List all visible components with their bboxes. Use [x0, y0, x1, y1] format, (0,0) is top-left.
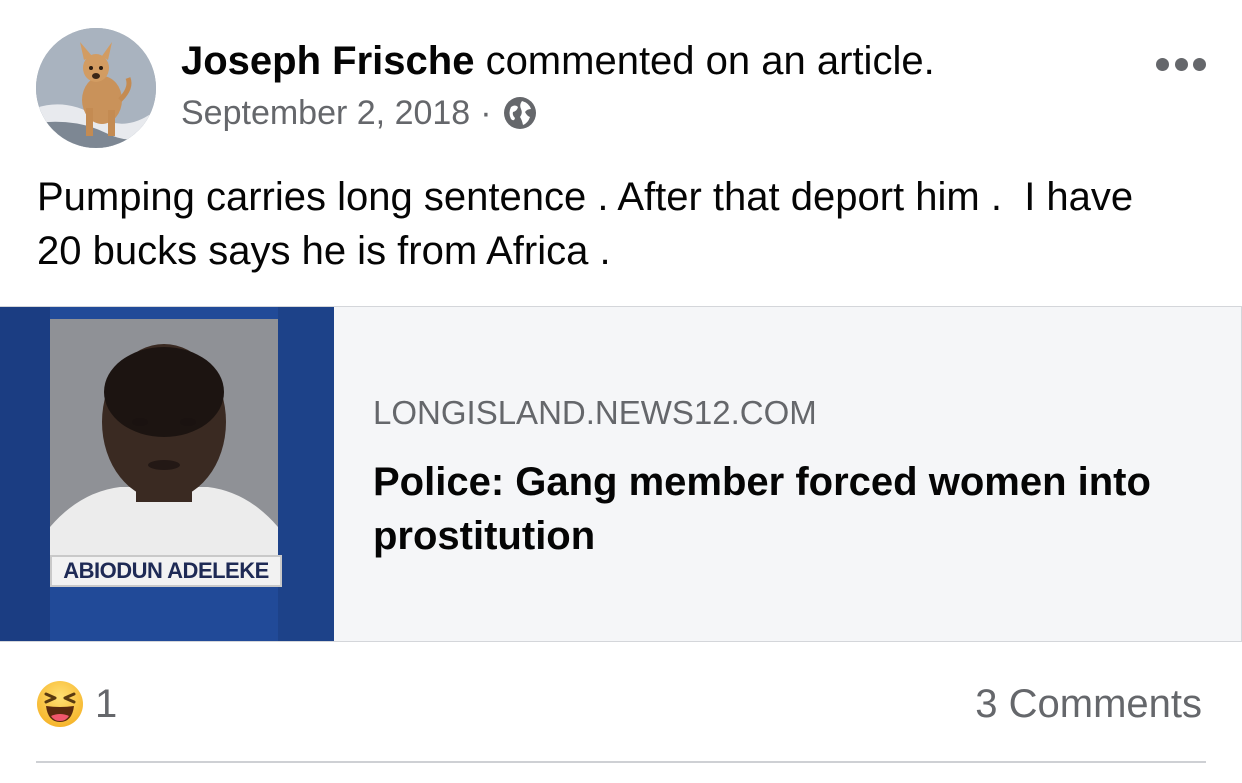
- more-dot: [1174, 57, 1188, 71]
- link-info[interactable]: LONGISLAND.NEWS12.COM Police: Gang membe…: [373, 393, 1213, 563]
- post-meta: September 2, 2018 ·: [181, 92, 538, 134]
- globe-icon[interactable]: [502, 95, 538, 131]
- mugshot-image: [0, 307, 334, 641]
- haha-reaction-icon[interactable]: [36, 680, 84, 728]
- reaction-count[interactable]: 1: [95, 680, 117, 728]
- link-domain: LONGISLAND.NEWS12.COM: [373, 394, 817, 431]
- link-thumbnail: ABIODUN ADELEKE: [0, 307, 334, 641]
- author-avatar[interactable]: [36, 28, 156, 148]
- more-dot: [1193, 57, 1206, 71]
- dog-avatar-image: [36, 28, 156, 148]
- link-title[interactable]: Police: Gang member forced women into pr…: [373, 455, 1213, 563]
- more-options-icon[interactable]: [1156, 52, 1206, 76]
- divider: [36, 761, 1206, 763]
- post-date[interactable]: September 2, 2018: [181, 92, 470, 134]
- more-dot: [1156, 57, 1169, 71]
- author-line: Joseph Frische commented on an article.: [181, 38, 935, 84]
- post-text: Pumping carries long sentence . After th…: [37, 175, 1145, 273]
- link-card[interactable]: ABIODUN ADELEKE LONGISLAND.NEWS12.COM Po…: [0, 306, 1242, 642]
- author-name[interactable]: Joseph Frische: [181, 39, 474, 83]
- post: Joseph Frische commented on an article. …: [0, 0, 1242, 783]
- action-text: commented on an article.: [485, 39, 935, 83]
- comments-count[interactable]: 3 Comments: [975, 680, 1202, 728]
- meta-separator: ·: [480, 94, 492, 132]
- thumbnail-caption: ABIODUN ADELEKE: [50, 555, 282, 587]
